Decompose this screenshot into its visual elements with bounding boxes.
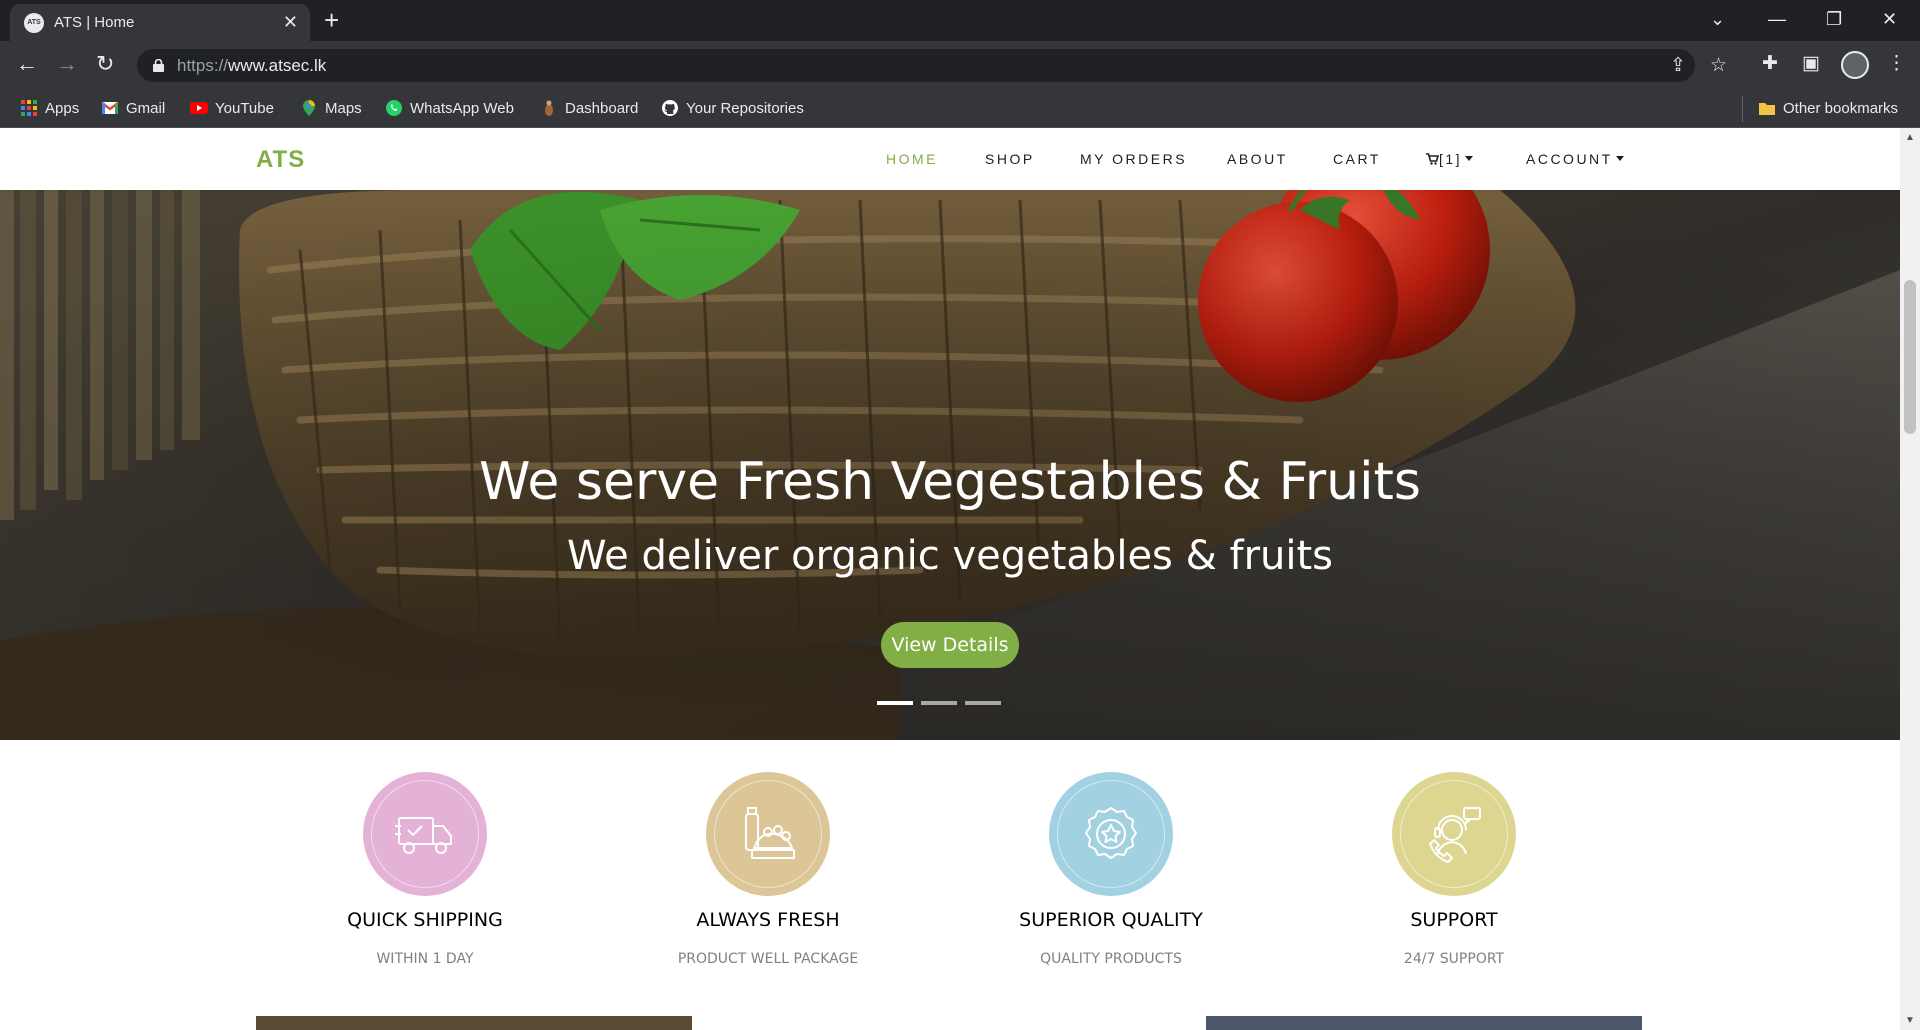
bookmark-dashboard[interactable]: Dashboard [540,99,638,119]
gmail-icon [101,102,119,114]
url-text: https://www.atsec.lk [177,56,327,75]
bookmark-label: WhatsApp Web [410,100,514,117]
carousel-indicator-2[interactable] [921,701,957,705]
lock-icon [153,59,164,72]
nav-cart-dropdown[interactable]: [1] [1426,151,1474,167]
carousel-indicator-1[interactable] [877,701,913,705]
hero-carousel: We serve Fresh Vegestables & Fruits We d… [0,190,1900,740]
feature-always-fresh: ALWAYS FRESH PRODUCT WELL PACKAGE [618,772,918,967]
bookmark-star-icon[interactable]: ☆ [1710,54,1727,78]
hero-title: We serve Fresh Vegestables & Fruits [479,452,1421,512]
promo-image-left[interactable] [256,1016,692,1030]
carousel-indicator-3[interactable] [965,701,1001,705]
share-icon[interactable]: ⇪ [1670,54,1686,78]
tab-title: ATS | Home [54,14,135,31]
profile-avatar[interactable] [1841,51,1869,79]
bookmark-label: YouTube [215,100,274,117]
chevron-down-icon [1615,156,1624,161]
reload-icon[interactable]: ↻ [96,51,114,77]
feature-title: ALWAYS FRESH [696,909,840,931]
youtube-icon [190,102,208,114]
bookmark-label: Your Repositories [686,100,804,117]
scroll-down-arrow-icon[interactable]: ▼ [1905,1015,1915,1026]
forward-arrow-icon[interactable]: → [56,51,78,77]
cart-icon [1426,153,1440,165]
browser-toolbar: ← → ↻ https://www.atsec.lk ⇪ ☆ ✚ ▣ ⋮ [0,41,1920,90]
nav-about[interactable]: ABOUT [1227,151,1288,167]
back-arrow-icon[interactable]: ← [16,51,38,77]
quality-badge-icon [1085,807,1137,859]
site-logo[interactable]: ATS [256,146,305,174]
bookmark-maps[interactable]: Maps [300,99,362,119]
nav-account[interactable]: ACCOUNT [1526,151,1624,167]
feature-subtitle: PRODUCT WELL PACKAGE [677,951,859,967]
bookmark-apps[interactable]: Apps [20,99,79,119]
browser-tab-bar: ATS ATS | Home ✕ + ⌄ — ❐ ✕ [0,0,1920,41]
feature-subtitle: QUALITY PRODUCTS [1040,951,1182,967]
bookmark-youtube[interactable]: YouTube [190,99,274,119]
feature-support: SUPPORT 24/7 SUPPORT [1304,772,1604,967]
bookmark-label: Maps [325,100,362,117]
restore-icon[interactable]: ❐ [1826,6,1842,32]
site-navbar: ATS HOME SHOP MY ORDERS ABOUT CART [1] A… [0,128,1900,190]
folder-icon [1759,103,1775,115]
nav-home[interactable]: HOME [886,151,938,167]
promo-image-right[interactable] [1206,1016,1642,1030]
feature-superior-quality: SUPERIOR QUALITY QUALITY PRODUCTS [961,772,1261,967]
apps-grid-icon [21,100,37,116]
features-section: QUICK SHIPPING WITHIN 1 DAY ALWAYS FRESH… [0,740,1900,1030]
feature-subtitle: WITHIN 1 DAY [376,951,474,967]
bookmark-whatsapp[interactable]: WhatsApp Web [385,99,514,119]
feature-title: SUPPORT [1410,909,1498,931]
site-favicon-icon: ATS [24,13,44,33]
nav-cart[interactable]: CART [1333,151,1381,167]
nav-my-orders[interactable]: MY ORDERS [1080,151,1187,167]
feature-circle [1392,772,1516,896]
bookmarks-divider [1742,96,1743,122]
bookmarks-bar: Apps Gmail YouTube Maps WhatsApp Web Das… [0,90,1920,128]
bookmark-label: Apps [45,100,80,117]
delivery-truck-icon [395,817,452,854]
maps-icon [303,100,315,116]
address-bar[interactable]: https://www.atsec.lk ⇪ ☆ [137,49,1727,82]
new-tab-icon[interactable]: + [324,7,339,33]
tab-close-icon[interactable]: ✕ [283,12,298,32]
bookmark-repositories[interactable]: Your Repositories [661,99,804,119]
feature-circle [363,772,487,896]
dashboard-icon [545,100,553,116]
view-details-button[interactable]: View Details [881,622,1019,668]
chevron-down-icon [1465,156,1474,161]
feature-title: QUICK SHIPPING [347,909,503,931]
minimize-icon[interactable]: — [1768,6,1786,32]
bookmark-label: Dashboard [565,100,639,117]
scrollbar-thumb[interactable] [1904,280,1916,434]
hero-subtitle: We deliver organic vegetables & fruits [566,533,1334,579]
menu-dots-icon[interactable]: ⋮ [1887,51,1906,77]
page-scrollbar[interactable]: ▲ ▼ [1900,128,1920,1030]
feature-circle [1049,772,1173,896]
github-icon [662,100,678,116]
feature-circle [706,772,830,896]
web-page: ATS HOME SHOP MY ORDERS ABOUT CART [1] A… [0,128,1900,1030]
bookmark-other[interactable]: Other bookmarks [1758,99,1898,119]
cart-count: [1] [1439,151,1463,167]
nav-account-label: ACCOUNT [1526,151,1613,167]
nav-shop[interactable]: SHOP [985,151,1035,167]
extensions-puzzle-icon[interactable]: ✚ [1762,51,1778,77]
feature-title: SUPERIOR QUALITY [1019,909,1203,931]
bookmark-label: Gmail [126,100,166,117]
fresh-produce-icon [745,807,795,859]
window-close-icon[interactable]: ✕ [1882,6,1897,32]
scroll-up-arrow-icon[interactable]: ▲ [1905,132,1915,143]
browser-tab[interactable]: ATS ATS | Home ✕ [10,4,310,41]
side-panel-icon[interactable]: ▣ [1802,51,1820,77]
feature-subtitle: 24/7 SUPPORT [1403,951,1505,967]
bookmark-label: Other bookmarks [1783,100,1899,117]
feature-quick-shipping: QUICK SHIPPING WITHIN 1 DAY [275,772,575,967]
whatsapp-icon [386,100,402,116]
bookmark-gmail[interactable]: Gmail [101,99,165,119]
tab-search-chevron-icon[interactable]: ⌄ [1710,6,1725,32]
support-agent-icon [1429,807,1481,863]
